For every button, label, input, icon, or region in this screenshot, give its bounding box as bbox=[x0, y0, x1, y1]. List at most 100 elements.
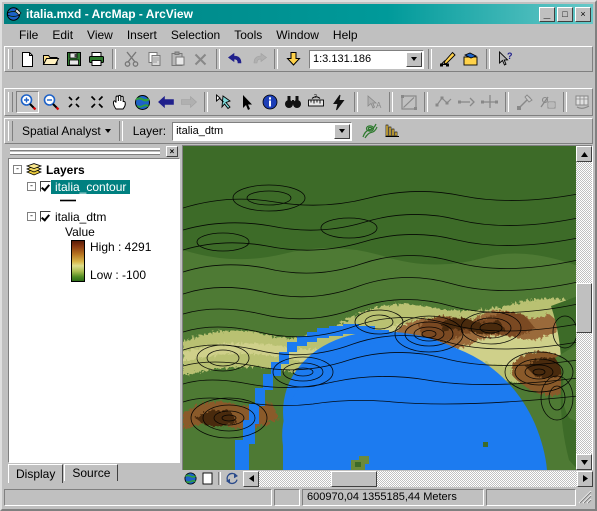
add-data-icon[interactable] bbox=[282, 48, 305, 70]
toolbar-grip[interactable] bbox=[8, 121, 13, 141]
attributes-icon[interactable] bbox=[536, 91, 559, 113]
toc-root-layers[interactable]: - Layers bbox=[9, 162, 179, 177]
scroll-thumb-horizontal[interactable] bbox=[331, 470, 377, 487]
arctoolbox-icon[interactable] bbox=[459, 48, 482, 70]
expander-icon[interactable]: - bbox=[27, 212, 36, 221]
layers-stack-icon bbox=[26, 163, 42, 176]
identify-info-icon[interactable] bbox=[258, 91, 281, 113]
expander-icon[interactable]: - bbox=[13, 165, 22, 174]
status-extra bbox=[486, 488, 576, 506]
status-coordinates: 600970,04 1355185,44 Meters bbox=[302, 488, 484, 506]
svg-text:A: A bbox=[376, 101, 382, 110]
toc-layer-italia-contour[interactable]: - italia_contour bbox=[9, 179, 179, 194]
toc-tree[interactable]: - Layers - italia_contour - italia_dtm V… bbox=[8, 158, 180, 463]
data-view-globe-icon[interactable] bbox=[182, 471, 199, 487]
layout-view-page-icon[interactable] bbox=[199, 471, 216, 487]
scroll-right-button[interactable] bbox=[577, 470, 593, 487]
scroll-thumb-vertical[interactable] bbox=[576, 283, 592, 333]
chevron-down-icon[interactable] bbox=[406, 51, 422, 67]
legend-color-ramp: High : 4291 Low : -100 bbox=[9, 240, 179, 282]
cut-scissors-icon[interactable] bbox=[120, 48, 143, 70]
editor-toolbar-icon[interactable] bbox=[436, 48, 459, 70]
menu-window[interactable]: Window bbox=[269, 26, 326, 44]
tab-source[interactable]: Source bbox=[64, 464, 119, 481]
triangle-up-icon bbox=[580, 151, 588, 157]
scroll-up-button[interactable] bbox=[576, 146, 592, 162]
scroll-down-button[interactable] bbox=[576, 454, 592, 470]
scale-combo[interactable]: 1:3.131.186 bbox=[309, 49, 424, 69]
menu-tools[interactable]: Tools bbox=[227, 26, 269, 44]
toolbar-separator bbox=[424, 92, 428, 112]
select-features-icon[interactable] bbox=[212, 91, 235, 113]
menu-file[interactable]: File bbox=[12, 26, 45, 44]
refresh-view-icon[interactable] bbox=[223, 471, 240, 487]
full-extent-globe-icon[interactable] bbox=[131, 91, 154, 113]
expander-icon[interactable]: - bbox=[27, 182, 36, 191]
save-floppy-icon[interactable] bbox=[62, 48, 85, 70]
spatial-analyst-menu[interactable]: Spatial Analyst bbox=[16, 124, 107, 138]
title-bar: italia.mxd - ArcMap - ArcView _ □ × bbox=[4, 4, 593, 24]
layer-combo[interactable]: italia_dtm bbox=[172, 121, 353, 141]
fixed-zoom-in-icon[interactable] bbox=[62, 91, 85, 113]
open-folder-icon[interactable] bbox=[39, 48, 62, 70]
redo-arrow-icon[interactable] bbox=[247, 48, 270, 70]
zoom-out-icon[interactable] bbox=[39, 91, 62, 113]
select-elements-arrow-icon[interactable] bbox=[235, 91, 258, 113]
split-tool-icon[interactable] bbox=[455, 91, 478, 113]
map-raster-dtm bbox=[183, 146, 578, 470]
menu-edit[interactable]: Edit bbox=[45, 26, 80, 44]
menu-insert[interactable]: Insert bbox=[120, 26, 164, 44]
histogram-icon[interactable] bbox=[381, 120, 404, 142]
map-horizontal-scrollbar[interactable] bbox=[243, 470, 593, 487]
hyperlink-lightning-icon[interactable] bbox=[327, 91, 350, 113]
close-button[interactable]: × bbox=[575, 6, 591, 22]
toc-grip[interactable] bbox=[10, 148, 160, 155]
scroll-left-button[interactable] bbox=[243, 470, 259, 487]
trace-tool-icon[interactable] bbox=[478, 91, 501, 113]
tab-display[interactable]: Display bbox=[8, 464, 64, 483]
tab-display-label: Display bbox=[16, 467, 56, 481]
print-icon[interactable] bbox=[85, 48, 108, 70]
pan-hand-icon[interactable] bbox=[108, 91, 131, 113]
contour-tool-icon[interactable] bbox=[358, 120, 381, 142]
rotate-tool-icon[interactable] bbox=[513, 91, 536, 113]
fixed-zoom-out-icon[interactable] bbox=[85, 91, 108, 113]
menu-help[interactable]: Help bbox=[326, 26, 365, 44]
menu-view[interactable]: View bbox=[80, 26, 120, 44]
toolbar-separator bbox=[505, 92, 509, 112]
zoom-in-icon[interactable] bbox=[16, 91, 39, 113]
toolbar-separator bbox=[216, 49, 220, 69]
menu-selection[interactable]: Selection bbox=[164, 26, 227, 44]
map-vertical-scrollbar[interactable] bbox=[576, 146, 592, 470]
context-help-icon[interactable]: ? bbox=[494, 48, 517, 70]
map-view[interactable] bbox=[182, 145, 593, 485]
measure-ruler-icon[interactable]: ? bbox=[304, 91, 327, 113]
toolbar-grip[interactable] bbox=[8, 92, 13, 112]
forward-extent-icon[interactable] bbox=[177, 91, 200, 113]
undo-arrow-icon[interactable] bbox=[224, 48, 247, 70]
toc-tab-bar: Display Source bbox=[8, 464, 180, 483]
triangle-right-icon bbox=[582, 475, 588, 482]
toc-layer-italia-dtm[interactable]: - italia_dtm bbox=[9, 209, 179, 224]
layer-visibility-checkbox[interactable] bbox=[40, 181, 51, 192]
toolbar-grip[interactable] bbox=[8, 49, 13, 69]
copy-icon[interactable] bbox=[143, 48, 166, 70]
chevron-down-icon[interactable] bbox=[104, 129, 111, 133]
layer-visibility-checkbox[interactable] bbox=[40, 211, 51, 222]
new-document-icon[interactable] bbox=[16, 48, 39, 70]
resize-grip-icon[interactable] bbox=[578, 490, 592, 504]
sketch-rectangle-icon[interactable] bbox=[397, 91, 420, 113]
back-extent-icon[interactable] bbox=[154, 91, 177, 113]
table-icon[interactable] bbox=[571, 91, 594, 113]
edit-vertex-icon[interactable] bbox=[432, 91, 455, 113]
paste-icon[interactable] bbox=[166, 48, 189, 70]
label-text-icon[interactable]: A bbox=[362, 91, 385, 113]
maximize-button[interactable]: □ bbox=[557, 6, 573, 22]
chevron-down-icon[interactable] bbox=[334, 123, 351, 139]
find-binoculars-icon[interactable] bbox=[281, 91, 304, 113]
map-canvas[interactable] bbox=[183, 146, 578, 470]
delete-x-icon[interactable] bbox=[189, 48, 212, 70]
status-bar: 600970,04 1355185,44 Meters bbox=[4, 487, 593, 507]
minimize-button[interactable]: _ bbox=[539, 6, 555, 22]
toc-close-button[interactable]: × bbox=[166, 146, 178, 157]
